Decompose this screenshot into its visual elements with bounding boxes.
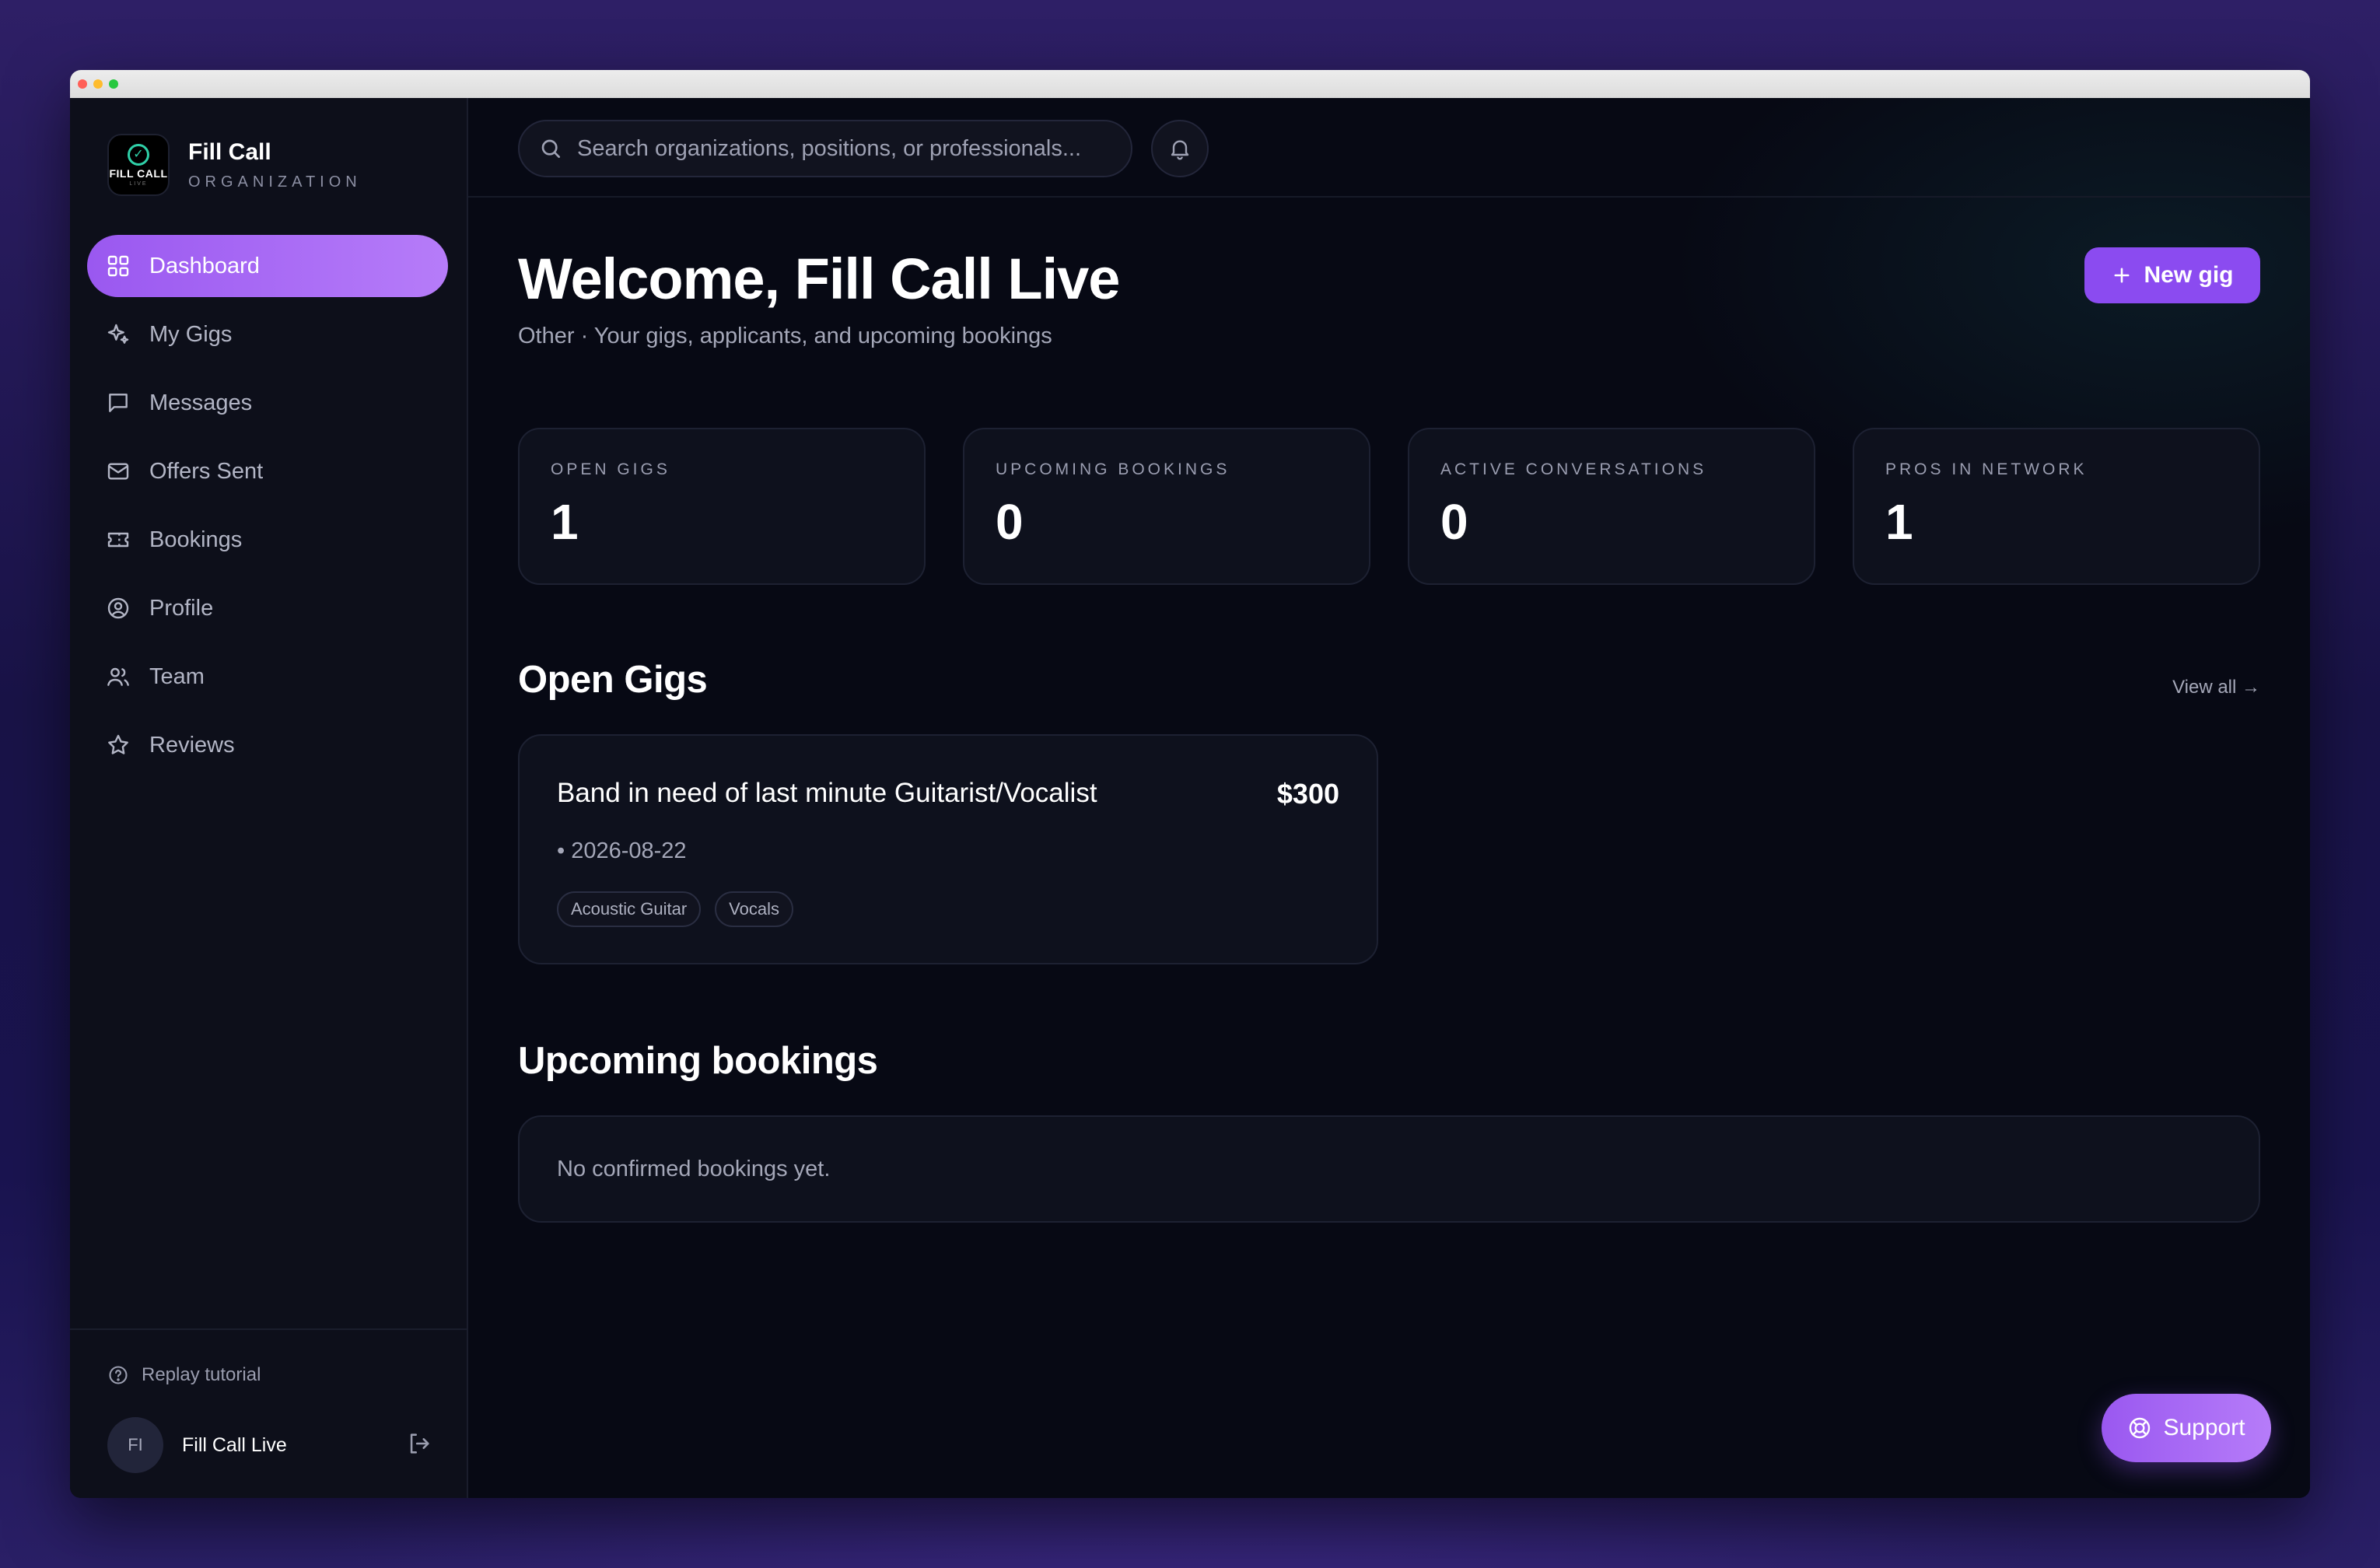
logo-text: FILL CALL [109,166,168,180]
support-label: Support [2163,1415,2245,1440]
gig-date: • 2026-08-22 [557,838,687,863]
lifebuoy-icon [2130,1417,2151,1439]
sidebar-item-label: Team [149,663,205,689]
gig-tag: Vocals [715,891,793,927]
brand[interactable]: ✓ FILL CALL LIVE Fill Call ORGANIZATION [107,134,362,196]
sidebar-nav: Dashboard My Gigs Messages Offers Sent B… [87,235,448,782]
gig-card[interactable]: Band in need of last minute Guitarist/Vo… [518,734,1378,964]
stat-label: UPCOMING BOOKINGS [996,460,1230,478]
stat-value: 1 [551,494,579,550]
upcoming-bookings-heading: Upcoming bookings [518,1040,878,1082]
sidebar-item-messages[interactable]: Messages [87,372,448,434]
close-window-button[interactable] [78,79,87,89]
avatar[interactable]: FI [107,1417,163,1473]
stat-value: 0 [996,494,1024,550]
sidebar-item-label: Messages [149,390,253,415]
sidebar-item-label: Reviews [149,732,235,758]
sidebar-item-label: Bookings [149,527,243,552]
bookings-empty-state: No confirmed bookings yet. [518,1115,2260,1223]
brand-text: Fill Call ORGANIZATION [188,139,362,191]
user-account: FI Fill Call Live [107,1417,432,1473]
support-button[interactable]: Support [2102,1394,2271,1462]
logout-button[interactable] [406,1430,432,1461]
logo-subtext: LIVE [129,180,148,187]
search-icon [541,139,560,158]
grid-icon [107,255,129,277]
sidebar-footer: Replay tutorial FI Fill Call Live [70,1328,467,1498]
sidebar-item-team[interactable]: Team [87,646,448,708]
star-icon [108,734,128,754]
stat-label: ACTIVE CONVERSATIONS [1440,460,1707,478]
brand-logo: ✓ FILL CALL LIVE [107,134,170,196]
stat-value: 0 [1440,494,1468,550]
sidebar-item-label: Offers Sent [149,458,264,484]
stat-label: OPEN GIGS [551,460,670,478]
stat-card-active-conversations: ACTIVE CONVERSATIONS 0 [1408,428,1815,585]
browser-window: ✓ FILL CALL LIVE Fill Call ORGANIZATION … [70,70,2310,1498]
stat-card-open-gigs: OPEN GIGS 1 [518,428,926,585]
stats-row: OPEN GIGS 1 UPCOMING BOOKINGS 0 ACTIVE C… [518,428,2260,585]
stat-label: PROS IN NETWORK [1885,460,2088,478]
replay-tutorial-label: Replay tutorial [142,1364,261,1385]
sidebar-item-my-gigs[interactable]: My Gigs [87,303,448,366]
page-title: Welcome, Fill Call Live [518,247,1120,311]
sidebar-item-reviews[interactable]: Reviews [87,714,448,776]
ticket-icon [107,532,129,548]
check-icon: ✓ [128,143,149,166]
gig-tag: Acoustic Guitar [557,891,702,927]
search-input[interactable] [577,135,1106,162]
brand-name: Fill Call [188,138,271,165]
brand-tag: ORGANIZATION [188,173,362,191]
stat-card-pros-in-network: PROS IN NETWORK 1 [1853,428,2260,585]
sidebar-item-label: My Gigs [149,321,233,347]
message-icon [109,394,128,412]
topbar [468,98,2310,198]
mail-icon [107,463,129,480]
page-subtitle: Other · Your gigs, applicants, and upcom… [518,324,1052,348]
notifications-button[interactable] [1151,120,1209,177]
view-all-link[interactable]: View all → [2172,677,2260,698]
plus-icon [2115,268,2130,283]
new-gig-label: New gig [2144,262,2234,288]
app-shell: ✓ FILL CALL LIVE Fill Call ORGANIZATION … [70,98,2310,1498]
sidebar-item-label: Profile [149,595,214,621]
bookings-empty-text: No confirmed bookings yet. [557,1156,831,1181]
open-gigs-heading: Open Gigs [518,659,708,701]
logout-icon [410,1433,429,1454]
maximize-window-button[interactable] [109,79,118,89]
gig-price: $300 [1276,778,1339,810]
sidebar-item-label: Dashboard [149,253,260,278]
stat-value: 1 [1885,494,1913,550]
window-titlebar [70,70,2310,98]
bell-icon [1171,140,1189,160]
sidebar: ✓ FILL CALL LIVE Fill Call ORGANIZATION … [70,98,468,1498]
sparkles-icon [107,324,129,344]
minimize-window-button[interactable] [93,79,103,89]
help-circle-icon [109,1366,128,1384]
new-gig-button[interactable]: New gig [2084,247,2260,303]
user-name: Fill Call Live [182,1433,287,1456]
sidebar-item-profile[interactable]: Profile [87,577,448,639]
search-bar[interactable] [518,120,1132,177]
sidebar-item-dashboard[interactable]: Dashboard [87,235,448,297]
gig-tags: Acoustic Guitar Vocals [557,891,793,927]
users-icon [107,667,129,686]
replay-tutorial-link[interactable]: Replay tutorial [107,1364,261,1386]
gig-title: Band in need of last minute Guitarist/Vo… [557,778,1097,808]
stat-card-upcoming-bookings: UPCOMING BOOKINGS 0 [963,428,1370,585]
main-content: Welcome, Fill Call Live Other · Your gig… [468,98,2310,1498]
sidebar-item-bookings[interactable]: Bookings [87,509,448,571]
user-circle-icon [107,597,129,619]
sidebar-item-offers-sent[interactable]: Offers Sent [87,440,448,502]
